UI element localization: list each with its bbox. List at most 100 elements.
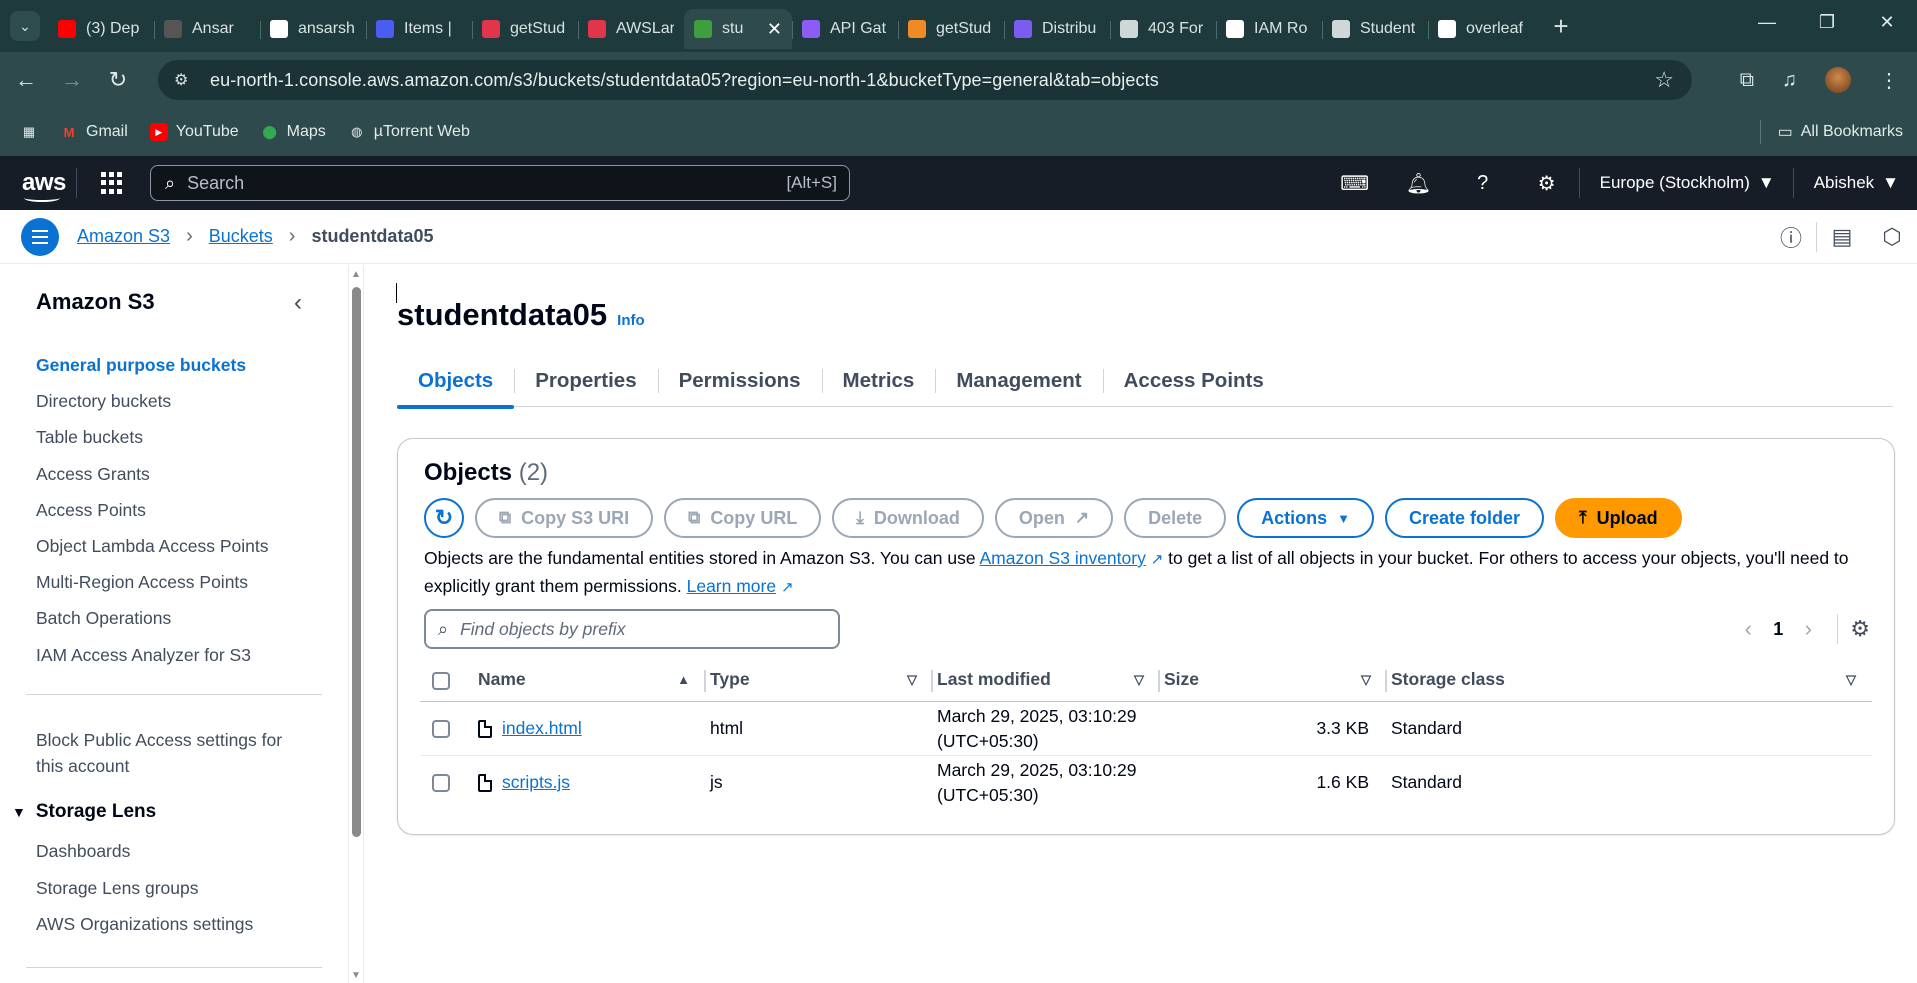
table-row[interactable]: scripts.js js March 29, 2025, 03:10:29 (U…: [420, 755, 1872, 809]
browser-tab[interactable]: Ansar: [154, 9, 260, 49]
site-info-icon[interactable]: ⚙: [174, 70, 196, 90]
sidebar-item-access-grants[interactable]: Access Grants: [36, 456, 268, 492]
sort-icon[interactable]: ▽: [1134, 672, 1144, 688]
sidebar-item-iam-access-analyzer-for-s3[interactable]: IAM Access Analyzer for S3: [36, 637, 268, 673]
create-folder-button[interactable]: Create folder: [1385, 498, 1545, 538]
close-tab-icon[interactable]: ✕: [767, 19, 782, 40]
hexagon-settings-icon[interactable]: ⬡: [1867, 224, 1917, 250]
storage-lens-section[interactable]: ▼ Storage Lens: [12, 801, 156, 823]
sort-icon[interactable]: ▽: [1846, 672, 1856, 688]
sidebar-item-table-buckets[interactable]: Table buckets: [36, 419, 268, 455]
notifications-icon[interactable]: 🔔︎: [1387, 171, 1451, 196]
s3-inventory-link[interactable]: Amazon S3 inventory: [980, 548, 1146, 568]
browser-tab[interactable]: 403 For: [1110, 9, 1216, 49]
column-storage-class[interactable]: Storage class ▽: [1387, 659, 1872, 702]
browser-tab[interactable]: IAM Ro: [1216, 9, 1322, 49]
new-tab-button[interactable]: +: [1546, 11, 1576, 42]
object-link[interactable]: scripts.js: [502, 772, 570, 792]
table-preferences-icon[interactable]: ⚙: [1850, 616, 1870, 642]
actions-dropdown[interactable]: Actions ▼: [1237, 498, 1375, 538]
copy-url-button[interactable]: ⧉ Copy URL: [664, 498, 822, 538]
browser-tab[interactable]: AWSLar: [578, 9, 684, 49]
browser-tab[interactable]: API Gat: [792, 9, 898, 49]
bookmark-maps[interactable]: ⬤ Maps: [261, 123, 325, 141]
tab-search-button[interactable]: ⌄: [10, 11, 40, 41]
minimize-icon[interactable]: —: [1737, 0, 1797, 44]
menu-toggle-icon[interactable]: [21, 217, 59, 256]
reload-icon[interactable]: ↻: [98, 60, 138, 100]
apps-icon[interactable]: ▦: [20, 123, 38, 141]
select-all-checkbox[interactable]: [432, 671, 450, 690]
sort-icon[interactable]: ▽: [907, 672, 917, 688]
table-row[interactable]: index.html html March 29, 2025, 03:10:29…: [420, 701, 1872, 756]
sidenav-scrollbar[interactable]: ▲ ▼: [348, 265, 364, 983]
sidebar-item-access-points[interactable]: Access Points: [36, 492, 268, 528]
scrollbar-thumb[interactable]: [352, 287, 361, 837]
sidebar-item-block-public-access[interactable]: Block Public Access settings for this ac…: [36, 727, 306, 779]
column-name[interactable]: Name ▲: [478, 659, 706, 702]
cloudshell-icon[interactable]: ⌨: [1323, 171, 1387, 196]
url-text[interactable]: eu-north-1.console.aws.amazon.com/s3/buc…: [210, 70, 1159, 91]
services-grid-icon[interactable]: [101, 172, 123, 194]
refresh-button[interactable]: ↻: [424, 498, 464, 538]
row-checkbox[interactable]: [432, 719, 450, 738]
bookmark-utorrent[interactable]: ◍ µTorrent Web: [348, 123, 470, 141]
restore-icon[interactable]: ❐: [1797, 0, 1857, 44]
back-icon[interactable]: ←: [6, 60, 46, 100]
find-objects-input[interactable]: [460, 618, 821, 640]
row-checkbox[interactable]: [432, 774, 450, 793]
find-objects-box[interactable]: ⌕: [424, 609, 840, 649]
tab-properties[interactable]: Properties: [514, 355, 657, 407]
browser-tab[interactable]: Distribu: [1004, 9, 1110, 49]
tab-access-points[interactable]: Access Points: [1102, 355, 1285, 407]
open-button[interactable]: Open ↗: [994, 498, 1114, 538]
browser-tab[interactable]: getStud: [472, 9, 578, 49]
column-type[interactable]: Type ▽: [706, 659, 933, 702]
browser-tab[interactable]: ansarsh: [260, 9, 366, 49]
tab-metrics[interactable]: Metrics: [821, 355, 936, 407]
help-icon[interactable]: ?: [1451, 172, 1515, 195]
delete-button[interactable]: Delete: [1124, 498, 1227, 538]
next-page-icon[interactable]: ›: [1793, 616, 1823, 642]
aws-logo[interactable]: aws: [22, 169, 66, 202]
breadcrumb-buckets[interactable]: Buckets: [209, 226, 273, 247]
sidebar-item-dashboards[interactable]: Dashboards: [36, 833, 253, 870]
sidebar-item-storage-lens-groups[interactable]: Storage Lens groups: [36, 870, 253, 907]
extensions-icon[interactable]: ⧉: [1740, 69, 1754, 92]
close-window-icon[interactable]: ✕: [1857, 0, 1917, 44]
copy-s3-uri-button[interactable]: ⧉ Copy S3 URI: [475, 498, 654, 538]
sidebar-item-aws-organizations-settings[interactable]: AWS Organizations settings: [36, 906, 253, 943]
browser-tab[interactable]: Student: [1322, 9, 1428, 49]
bookmark-star-icon[interactable]: ☆: [1654, 67, 1674, 93]
url-bar[interactable]: ⚙ eu-north-1.console.aws.amazon.com/s3/b…: [158, 60, 1692, 100]
region-selector[interactable]: Europe (Stockholm) ▼: [1580, 173, 1793, 193]
column-size[interactable]: Size ▽: [1160, 659, 1387, 702]
media-icon[interactable]: ♫: [1782, 69, 1797, 92]
aws-search-input[interactable]: [187, 172, 748, 194]
settings-gear-icon[interactable]: ⚙: [1515, 171, 1579, 196]
info-panel-icon[interactable]: ⓘ: [1766, 221, 1816, 253]
object-link[interactable]: index.html: [502, 718, 582, 738]
sort-icon[interactable]: ▽: [1361, 672, 1371, 688]
sidebar-item-object-lambda-access-points[interactable]: Object Lambda Access Points: [36, 528, 268, 564]
tab-objects[interactable]: Objects: [397, 355, 515, 409]
bookmark-gmail[interactable]: M Gmail: [60, 123, 128, 141]
page-number[interactable]: 1: [1763, 619, 1793, 640]
forward-icon[interactable]: →: [52, 60, 92, 100]
sort-ascending-icon[interactable]: ▲: [677, 672, 690, 687]
scroll-down-icon[interactable]: ▼: [351, 970, 361, 981]
browser-tab[interactable]: Items |: [366, 9, 472, 49]
tab-management[interactable]: Management: [935, 355, 1102, 407]
column-last-modified[interactable]: Last modified ▽: [933, 659, 1160, 702]
download-button[interactable]: ⤓ Download: [832, 498, 984, 538]
info-link[interactable]: Info: [617, 312, 645, 329]
aws-search-box[interactable]: ⌕ [Alt+S]: [150, 165, 850, 201]
browser-tab[interactable]: getStud: [898, 9, 1004, 49]
account-menu[interactable]: Abishek ▼: [1794, 173, 1917, 193]
browser-tab[interactable]: (3) Dep: [48, 9, 154, 49]
sidebar-item-batch-operations[interactable]: Batch Operations: [36, 600, 268, 636]
all-bookmarks[interactable]: ▭ All Bookmarks: [1759, 108, 1903, 156]
upload-button[interactable]: ⤒ Upload: [1555, 498, 1682, 538]
collapse-nav-icon[interactable]: ‹: [294, 289, 302, 317]
browser-tab[interactable]: stu ✕: [684, 9, 792, 49]
